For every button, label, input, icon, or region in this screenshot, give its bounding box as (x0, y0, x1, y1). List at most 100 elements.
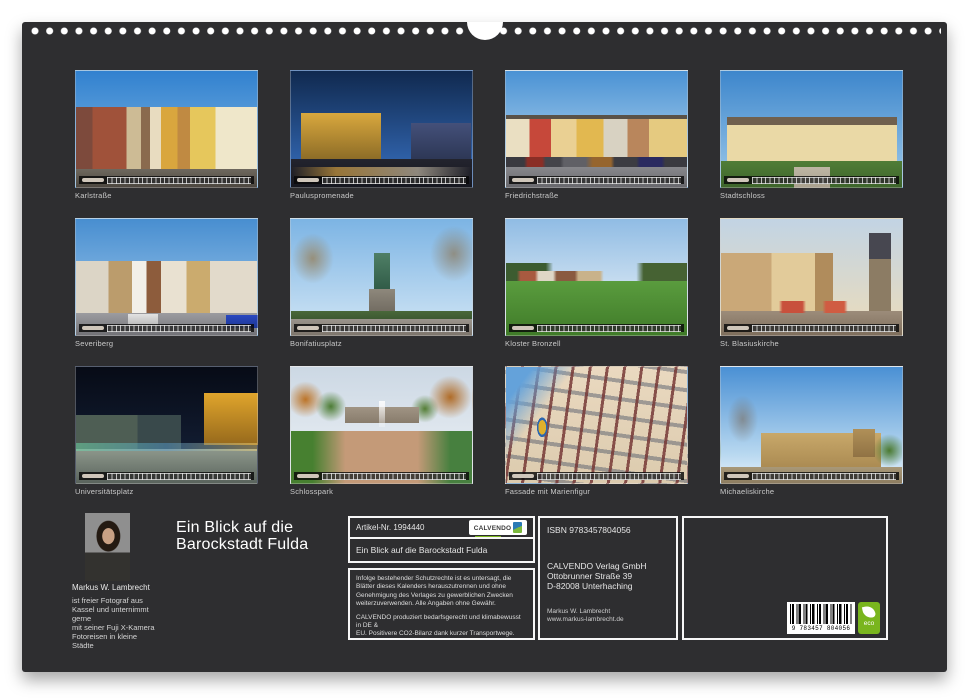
day-cells (537, 473, 681, 480)
title-box-text: Ein Blick auf die Barockstadt Fulda (356, 545, 487, 555)
mini-month-strip (724, 324, 899, 332)
author-name: Markus W. Lambrecht (72, 583, 202, 592)
thumbnail-tile: Kloster Bronzell (505, 218, 688, 349)
photo-caption: Kloster Bronzell (505, 339, 688, 349)
barcode-bars (790, 604, 852, 624)
photo-fassade-marienfigur (505, 366, 688, 484)
calendar-page: Karlstraße Pauluspromenade Friedrichstra… (22, 22, 947, 672)
mini-month-strip (724, 176, 899, 184)
photo-caption: Michaeliskirche (720, 487, 903, 497)
author-bio: ist freier Fotograf aus Kassel und unter… (72, 596, 197, 650)
article-number-box: Artikel-Nr. 1994440 CALVENDO (348, 516, 535, 539)
thumbnail-tile: Severiberg (75, 218, 258, 349)
thumbnail-tile: Fassade mit Marienfigur (505, 366, 688, 497)
day-cells (107, 473, 251, 480)
thumbnail-tile: Friedrichstraße (505, 70, 688, 201)
photo-bonifatiusplatz (290, 218, 473, 336)
day-cells (537, 177, 681, 184)
photo-caption: Stadtschloss (720, 191, 903, 201)
thumbnail-tile: St. Blasiuskirche (720, 218, 903, 349)
barcode-box: 9 783457 804056 eco (682, 516, 888, 640)
month-label-pill (512, 474, 534, 478)
thumbnail-tile: Stadtschloss (720, 70, 903, 201)
calendar-back-cover: Karlstraße Pauluspromenade Friedrichstra… (0, 0, 971, 700)
photo-kloster-bronzell (505, 218, 688, 336)
photo-stadtschloss (720, 70, 903, 188)
month-thumbnail-grid: Karlstraße Pauluspromenade Friedrichstra… (75, 70, 903, 497)
author-portrait-photo (85, 513, 130, 581)
mini-month-strip (724, 472, 899, 480)
thumbnail-tile: Bonifatiusplatz (290, 218, 473, 349)
calendar-title: Ein Blick auf die Barockstadt Fulda (176, 519, 308, 553)
month-label-pill (297, 178, 319, 182)
day-cells (107, 177, 251, 184)
calvendo-logo-text: CALVENDO (474, 525, 512, 532)
eco-leaf-icon (862, 605, 876, 619)
calvendo-logo: CALVENDO (469, 520, 527, 535)
month-label-pill (727, 178, 749, 182)
day-cells (322, 473, 466, 480)
mini-month-strip (509, 324, 684, 332)
photo-caption: Universitätsplatz (75, 487, 258, 497)
thumbnail-tile: Universitätsplatz (75, 366, 258, 497)
thumbnail-tile: Schlosspark (290, 366, 473, 497)
month-label-pill (297, 474, 319, 478)
mini-month-strip (294, 324, 469, 332)
photo-michaeliskirche (720, 366, 903, 484)
month-label-pill (297, 326, 319, 330)
author-website: Markus W. Lambrecht www.markus-lambrecht… (547, 608, 669, 624)
day-cells (107, 325, 251, 332)
photo-schlosspark (290, 366, 473, 484)
thumbnail-tile: Michaeliskirche (720, 366, 903, 497)
photo-caption: Severiberg (75, 339, 258, 349)
photo-karlstrasse (75, 70, 258, 188)
legal-text: Infolge bestehender Schutzrechte ist es … (356, 575, 527, 609)
mini-month-strip (509, 176, 684, 184)
day-cells (752, 325, 896, 332)
eco-label: eco (858, 620, 880, 627)
calvendo-logo-icon (513, 522, 522, 533)
ean-barcode: 9 783457 804056 (787, 602, 855, 634)
photo-caption: Bonifatiusplatz (290, 339, 473, 349)
thumbnail-tile: Pauluspromenade (290, 70, 473, 201)
photo-caption: St. Blasiuskirche (720, 339, 903, 349)
month-label-pill (512, 178, 534, 182)
isbn-box: ISBN 9783457804056 CALVENDO Verlag GmbH … (538, 516, 678, 640)
production-text: CALVENDO produziert bedarfsgerecht und k… (356, 614, 527, 640)
month-label-pill (727, 326, 749, 330)
photo-friedrichstrasse (505, 70, 688, 188)
barcode-digits: 9 783457 804056 (787, 624, 855, 633)
mini-month-strip (294, 176, 469, 184)
mini-month-strip (509, 472, 684, 480)
month-label-pill (82, 178, 104, 182)
mini-month-strip (294, 472, 469, 480)
photo-caption: Fassade mit Marienfigur (505, 487, 688, 497)
photo-caption: Karlstraße (75, 191, 258, 201)
day-cells (752, 177, 896, 184)
photo-caption: Friedrichstraße (505, 191, 688, 201)
photo-caption: Pauluspromenade (290, 191, 473, 201)
mini-month-strip (79, 472, 254, 480)
month-label-pill (512, 326, 534, 330)
photo-severiberg (75, 218, 258, 336)
photo-universitaetsplatz (75, 366, 258, 484)
eco-logo: eco (858, 602, 880, 634)
publisher-address: CALVENDO Verlag GmbH Ottobrunner Straße … (547, 561, 669, 591)
month-label-pill (727, 474, 749, 478)
photo-st-blasiuskirche (720, 218, 903, 336)
day-cells (322, 177, 466, 184)
mini-month-strip (79, 176, 254, 184)
mini-month-strip (79, 324, 254, 332)
hanging-notch (467, 22, 503, 40)
month-label-pill (82, 326, 104, 330)
day-cells (322, 325, 466, 332)
thumbnail-tile: Karlstraße (75, 70, 258, 201)
photo-caption: Schlosspark (290, 487, 473, 497)
title-box: Ein Blick auf die Barockstadt Fulda (348, 537, 535, 563)
photo-pauluspromenade (290, 70, 473, 188)
article-number: Artikel-Nr. 1994440 (356, 523, 424, 532)
isbn-number: ISBN 9783457804056 (547, 525, 669, 535)
day-cells (537, 325, 681, 332)
month-label-pill (82, 474, 104, 478)
day-cells (752, 473, 896, 480)
